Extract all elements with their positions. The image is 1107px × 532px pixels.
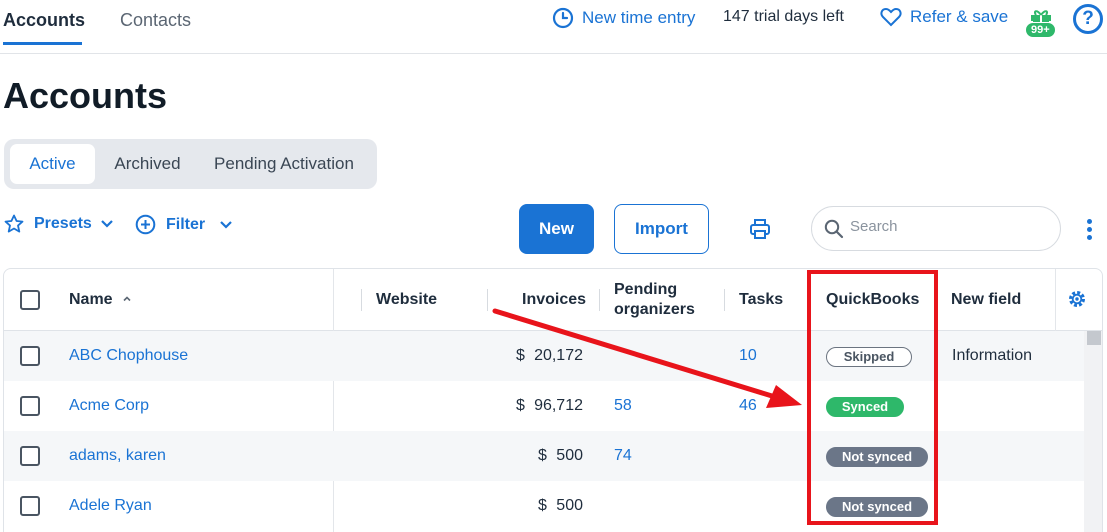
plus-circle-icon	[135, 214, 156, 235]
tab-active[interactable]: Active	[10, 144, 95, 184]
trial-days-text: 147 trial days left	[723, 8, 844, 25]
refer-and-save-button[interactable]: Refer & save	[880, 7, 1008, 27]
table-header: Name Website Invoices Pending organizers…	[4, 269, 1102, 532]
tasks-count-link[interactable]: 10	[739, 347, 757, 365]
row-checkbox[interactable]	[20, 446, 40, 466]
account-name-link[interactable]: Acme Corp	[69, 397, 149, 415]
new-time-entry-label: New time entry	[582, 8, 696, 27]
column-tasks[interactable]: Tasks	[739, 291, 783, 309]
chevron-down-icon	[220, 220, 232, 229]
column-website[interactable]: Website	[376, 291, 437, 309]
tasks-count-link[interactable]: 46	[739, 397, 757, 415]
column-name-label: Name	[69, 291, 113, 308]
pending-organizers-link[interactable]: 74	[614, 447, 632, 465]
tab-archived[interactable]: Archived	[105, 144, 190, 184]
new-field-value: Information	[952, 347, 1033, 364]
help-icon[interactable]: ?	[1073, 4, 1103, 34]
presets-dropdown[interactable]: Presets	[4, 214, 114, 234]
row-checkbox[interactable]	[20, 396, 40, 416]
accounts-table: Name Website Invoices Pending organizers…	[3, 268, 1103, 532]
column-name[interactable]: Name	[69, 291, 132, 309]
column-pending-line2: organizers	[614, 301, 695, 318]
invoice-amount: 500	[556, 497, 583, 514]
more-options-icon[interactable]	[1087, 219, 1095, 243]
star-icon	[4, 214, 24, 233]
row-checkbox[interactable]	[20, 496, 40, 516]
print-icon[interactable]	[749, 218, 771, 240]
search-input[interactable]	[850, 218, 1050, 235]
filter-dropdown[interactable]: Filter	[135, 214, 233, 235]
heart-icon	[880, 7, 902, 27]
scrollbar-thumb[interactable]	[1087, 331, 1101, 345]
notification-badge: 99+	[1025, 22, 1056, 38]
import-button[interactable]: Import	[614, 204, 709, 254]
new-time-entry-button[interactable]: New time entry	[552, 7, 695, 29]
invoice-amount: 20,172	[534, 347, 583, 364]
column-pending-organizers[interactable]: Pending organizers	[614, 280, 695, 320]
invoice-amount: 96,712	[534, 397, 583, 414]
clock-icon	[552, 7, 574, 29]
invoice-amount: 500	[556, 447, 583, 464]
vertical-scrollbar[interactable]	[1084, 331, 1102, 532]
filter-label: Filter	[166, 215, 206, 233]
column-invoices[interactable]: Invoices	[522, 291, 586, 309]
sort-ascending-icon	[123, 296, 131, 302]
quickbooks-highlight-box	[807, 270, 938, 525]
tab-pending-activation[interactable]: Pending Activation	[200, 144, 368, 184]
presets-label: Presets	[34, 215, 92, 232]
new-button[interactable]: New	[519, 204, 594, 254]
search-box	[811, 206, 1061, 251]
tab-accounts[interactable]: Accounts	[3, 10, 85, 45]
column-new-field[interactable]: New field	[951, 291, 1021, 309]
page-title: Accounts	[3, 75, 168, 116]
top-navigation: Accounts Contacts New time entry 147 tri…	[0, 0, 1107, 54]
account-name-link[interactable]: ABC Chophouse	[69, 347, 188, 365]
account-name-link[interactable]: adams, karen	[69, 447, 166, 465]
search-icon	[824, 219, 844, 239]
account-name-link[interactable]: Adele Ryan	[69, 497, 152, 515]
row-checkbox[interactable]	[20, 346, 40, 366]
tab-contacts[interactable]: Contacts	[120, 10, 191, 31]
pending-organizers-link[interactable]: 58	[614, 397, 632, 415]
column-pending-line1: Pending	[614, 281, 678, 298]
select-all-checkbox[interactable]	[20, 290, 40, 310]
gear-icon[interactable]	[1067, 289, 1087, 309]
chevron-down-icon	[101, 220, 113, 228]
status-tabs: Active Archived Pending Activation	[4, 139, 377, 189]
refer-and-save-label: Refer & save	[910, 7, 1009, 26]
